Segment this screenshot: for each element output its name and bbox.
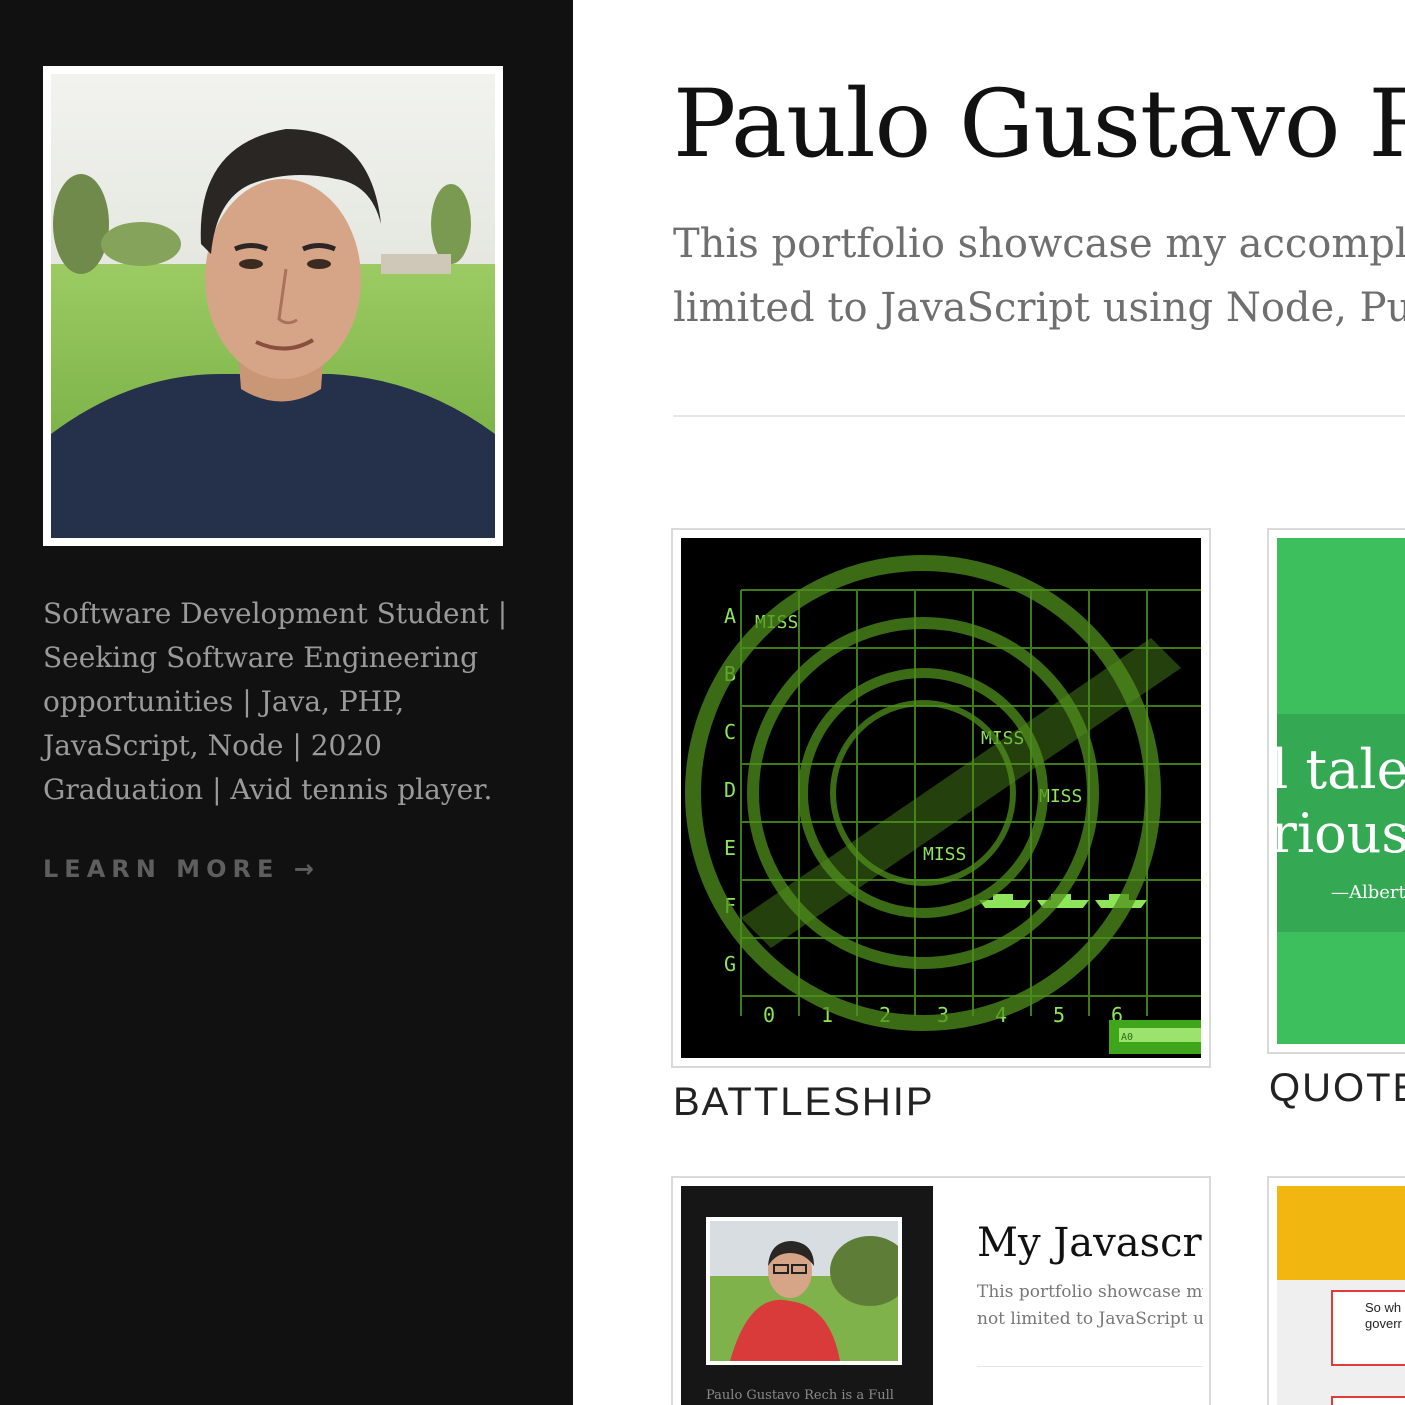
quote-line-2: rious.	[1277, 802, 1405, 865]
portfolio-text-line-2: not limited to JavaScript us	[977, 1309, 1203, 1329]
radar-board: ABCDEFG0 1 2 3 4 5 6MISSMISSMISSMISS A0	[681, 538, 1201, 1058]
row-label: D	[724, 778, 736, 802]
intro-line-1: This portfolio showcase my accomplishmen…	[673, 221, 1405, 267]
project-title-quote[interactable]: QUOTE	[1269, 1066, 1405, 1111]
portfolio-divider	[977, 1366, 1203, 1367]
learn-more-link[interactable]: LEARN MORE →	[43, 855, 320, 883]
sidebar: Software Development Student | Seeking S…	[0, 0, 573, 1405]
divider	[673, 415, 1405, 417]
radar-input-label: A0	[1121, 1032, 1133, 1043]
portfolio-photo-frame	[706, 1217, 902, 1365]
portfolio-photo	[710, 1221, 898, 1361]
main-content: Paulo Gustavo Rech This portfolio showca…	[573, 0, 1405, 1405]
intro-text: This portfolio showcase my accomplishmen…	[673, 212, 1405, 340]
profile-photo	[51, 74, 495, 538]
col-label: 0	[763, 1003, 775, 1027]
portfolio-text-line-1: This portfolio showcase my	[977, 1282, 1203, 1302]
intro-line-2: limited to JavaScript using Node, Pug, E…	[673, 285, 1405, 331]
col-label: 5	[1053, 1003, 1065, 1027]
portfolio-thumbnail-sidebar: Paulo Gustavo Rech is a Full	[681, 1186, 933, 1405]
row-label: A	[724, 604, 736, 628]
row-label: G	[724, 952, 736, 976]
page-title: Paulo Gustavo Rech	[673, 70, 1405, 179]
portfolio-thumbnail-main: My Javascri This portfolio showcase my n…	[933, 1186, 1203, 1405]
text-box-line-1: So wh	[1365, 1300, 1402, 1315]
yellow-header	[1277, 1186, 1405, 1280]
battleship-thumbnail[interactable]: A B C D E F G 0 1 2 3 4 5 6 MISS MISS MISS MISS A0	[681, 538, 1201, 1058]
miss-marker: MISS	[923, 844, 966, 865]
text-box-line-2: goverr	[1365, 1316, 1402, 1331]
text-box-2	[1331, 1396, 1405, 1405]
row-label: E	[724, 836, 736, 860]
project-card-portfolio[interactable]: Paulo Gustavo Rech is a Full My Javascri…	[671, 1176, 1211, 1405]
project-card-quote[interactable]: l talen rious. —Albert QUOTE	[1267, 528, 1405, 1110]
project-title-battleship[interactable]: BATTLESHIP	[673, 1080, 935, 1125]
profile-photo-frame	[43, 66, 503, 546]
row-label: C	[724, 720, 736, 744]
bio-text: Software Development Student | Seeking S…	[43, 597, 508, 806]
quote-author: —Albert	[1331, 882, 1405, 903]
project-card-yellow[interactable]: So wh goverr	[1267, 1176, 1405, 1405]
portfolio-heading: My Javascri	[977, 1220, 1203, 1266]
quote-line-1: l talen	[1277, 738, 1405, 801]
quote-thumbnail[interactable]: l talen rious. —Albert	[1277, 538, 1405, 1044]
portfolio-caption: Paulo Gustavo Rech is a Full	[706, 1388, 894, 1403]
project-card-battleship[interactable]: A B C D E F G 0 1 2 3 4 5 6 MISS MISS MISS MISS A0 BATTLE…	[671, 528, 1211, 1124]
yellow-thumbnail: So wh goverr	[1277, 1186, 1405, 1405]
text-box: So wh goverr	[1331, 1290, 1405, 1366]
